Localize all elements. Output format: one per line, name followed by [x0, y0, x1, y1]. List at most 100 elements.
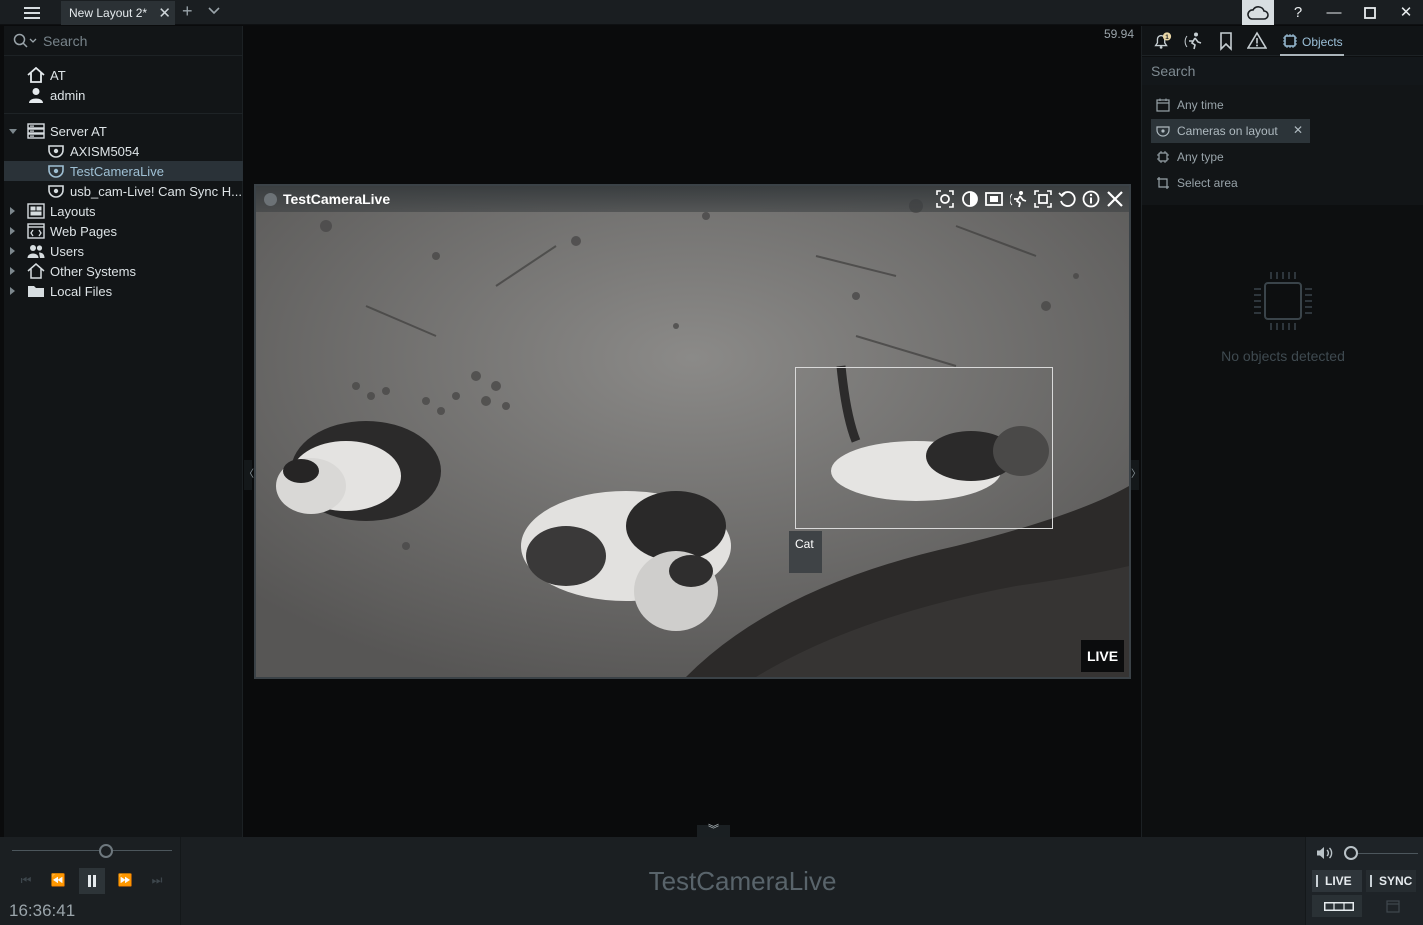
expand-arrow-icon[interactable]: [10, 287, 15, 295]
live-button-label: LIVE: [1325, 874, 1352, 888]
tab-notifications[interactable]: 1: [1152, 31, 1172, 51]
tree-item-users[interactable]: Users: [4, 241, 243, 261]
recording-status-icon: [264, 193, 277, 206]
speed-slider-handle[interactable]: [99, 844, 113, 858]
tab-new-layout[interactable]: New Layout 2* ✕: [61, 1, 175, 25]
live-badge: LIVE: [1081, 640, 1124, 672]
tab-motion[interactable]: [1184, 31, 1204, 51]
tab-close-icon[interactable]: ✕: [158, 4, 171, 22]
expand-arrow-icon[interactable]: [10, 207, 15, 215]
notification-count: 1: [1165, 34, 1169, 41]
speed-slider-track[interactable]: [12, 850, 172, 851]
tab-bookmarks[interactable]: [1216, 31, 1236, 51]
clear-filter-icon[interactable]: ✕: [1293, 123, 1303, 137]
camera-icon: [48, 165, 64, 178]
right-panel-tabs: 1 Objects: [1142, 26, 1423, 56]
expand-arrow-icon[interactable]: [10, 227, 15, 235]
title-bar: New Layout 2* ✕ + ? — ✕: [0, 0, 1423, 25]
rotate-icon[interactable]: [1058, 190, 1076, 208]
tree-item-camera-axism5054[interactable]: AXISM5054: [4, 141, 243, 161]
object-detection-icon[interactable]: [1034, 190, 1052, 208]
tree-item-label: AT: [50, 68, 66, 83]
tree-item-other-systems[interactable]: Other Systems: [4, 261, 243, 281]
tab-objects-label: Objects: [1302, 35, 1343, 49]
tree-item-label: Users: [50, 244, 84, 259]
zoom-window-icon[interactable]: [985, 190, 1003, 208]
tree-item-camera-testcameralive[interactable]: TestCameraLive: [4, 161, 243, 181]
image-enhancement-icon[interactable]: [961, 190, 979, 208]
live-indicator-icon: [1316, 875, 1318, 887]
right-panel: 1 Objects Search Any time Cameras on lay…: [1141, 26, 1423, 837]
tree-item-local-files[interactable]: Local Files: [4, 281, 243, 301]
search-placeholder: Search: [1151, 63, 1196, 79]
expand-arrow-icon[interactable]: [10, 267, 15, 275]
tree-item-label: Local Files: [50, 284, 113, 299]
filter-label: Cameras on layout: [1177, 124, 1278, 138]
help-button[interactable]: ?: [1280, 0, 1316, 25]
tab-objects[interactable]: Objects: [1280, 26, 1344, 56]
tree-item-label: AXISM5054: [70, 144, 140, 159]
resource-search[interactable]: Search: [4, 26, 243, 56]
info-icon[interactable]: [1082, 190, 1100, 208]
maximize-button[interactable]: [1352, 0, 1388, 25]
timeline-bar: ⏮ ⏪ ⏩ ⏭ 16:36:41 TestCameraLive LIVE SYN…: [0, 837, 1423, 925]
detection-bounding-box[interactable]: [795, 367, 1053, 529]
calendar-icon: [1156, 98, 1170, 112]
filter-label: Any type: [1177, 150, 1224, 164]
user-icon: [29, 88, 43, 103]
volume-slider-handle[interactable]: [1344, 846, 1358, 860]
close-window-button[interactable]: ✕: [1388, 0, 1423, 25]
users-icon: [27, 245, 45, 258]
tree-item-server[interactable]: Server AT: [4, 121, 243, 141]
tab-events[interactable]: [1247, 31, 1267, 51]
other-systems-icon: [27, 263, 45, 279]
minimize-button[interactable]: —: [1316, 0, 1352, 25]
resource-tree-panel: Search AT admin Server AT AXISM5054 Test…: [4, 26, 243, 837]
add-tab-button[interactable]: +: [182, 1, 193, 22]
camera-title: TestCameraLive: [283, 191, 391, 207]
detection-label: Cat: [789, 531, 822, 573]
layouts-icon: [27, 203, 45, 219]
cloud-button[interactable]: [1242, 0, 1274, 25]
calendar-icon[interactable]: [1386, 899, 1400, 913]
collapse-left-panel-handle[interactable]: 〈: [244, 460, 254, 490]
camera-icon: [48, 185, 64, 198]
collapse-right-panel-handle[interactable]: 〉: [1131, 460, 1141, 490]
objects-search-input[interactable]: Search: [1142, 57, 1423, 85]
timeline-icon: [1324, 902, 1354, 911]
close-icon[interactable]: [1106, 190, 1124, 208]
sync-button-label: SYNC: [1379, 874, 1413, 888]
tree-item-camera-usb[interactable]: usb_cam-Live! Cam Sync H...: [4, 181, 243, 201]
sync-indicator-icon: [1370, 875, 1372, 887]
expand-arrow-icon[interactable]: [9, 129, 17, 134]
sync-button[interactable]: SYNC: [1366, 870, 1416, 892]
empty-state-text: No objects detected: [1221, 348, 1345, 364]
tree-item-user[interactable]: admin: [4, 85, 243, 105]
web-pages-icon: [27, 223, 45, 239]
filter-label: Select area: [1177, 176, 1238, 190]
timeline-controls: LIVE SYNC: [1305, 837, 1423, 925]
camera-tile[interactable]: TestCameraLive Cat LIVE: [254, 184, 1131, 679]
motion-search-icon[interactable]: [1010, 190, 1028, 208]
chevron-down-icon[interactable]: [206, 2, 222, 20]
no-objects-icon: [1254, 272, 1312, 330]
timeline-toggle-button[interactable]: [1312, 895, 1362, 917]
expand-arrow-icon[interactable]: [10, 247, 15, 255]
camera-icon: [1156, 126, 1170, 137]
tree-item-web-pages[interactable]: Web Pages: [4, 221, 243, 241]
screenshot-icon[interactable]: [936, 190, 954, 208]
filter-cameras[interactable]: Cameras on layout ✕: [1151, 119, 1310, 143]
object-filters: Any time Cameras on layout ✕ Any type Se…: [1142, 85, 1423, 205]
home-icon: [27, 67, 45, 83]
tree-item-layouts[interactable]: Layouts: [4, 201, 243, 221]
tree-item-label: Layouts: [50, 204, 96, 219]
tree-item-system[interactable]: AT: [4, 65, 243, 85]
collapse-timeline-handle[interactable]: ︾: [697, 825, 730, 837]
divider: [4, 113, 243, 114]
tree-item-label: Server AT: [50, 124, 107, 139]
main-menu-button[interactable]: [14, 4, 48, 22]
live-button[interactable]: LIVE: [1312, 870, 1362, 892]
object-type-icon: [1157, 151, 1169, 163]
volume-icon[interactable]: [1316, 846, 1334, 860]
tree-item-label: admin: [50, 88, 86, 103]
